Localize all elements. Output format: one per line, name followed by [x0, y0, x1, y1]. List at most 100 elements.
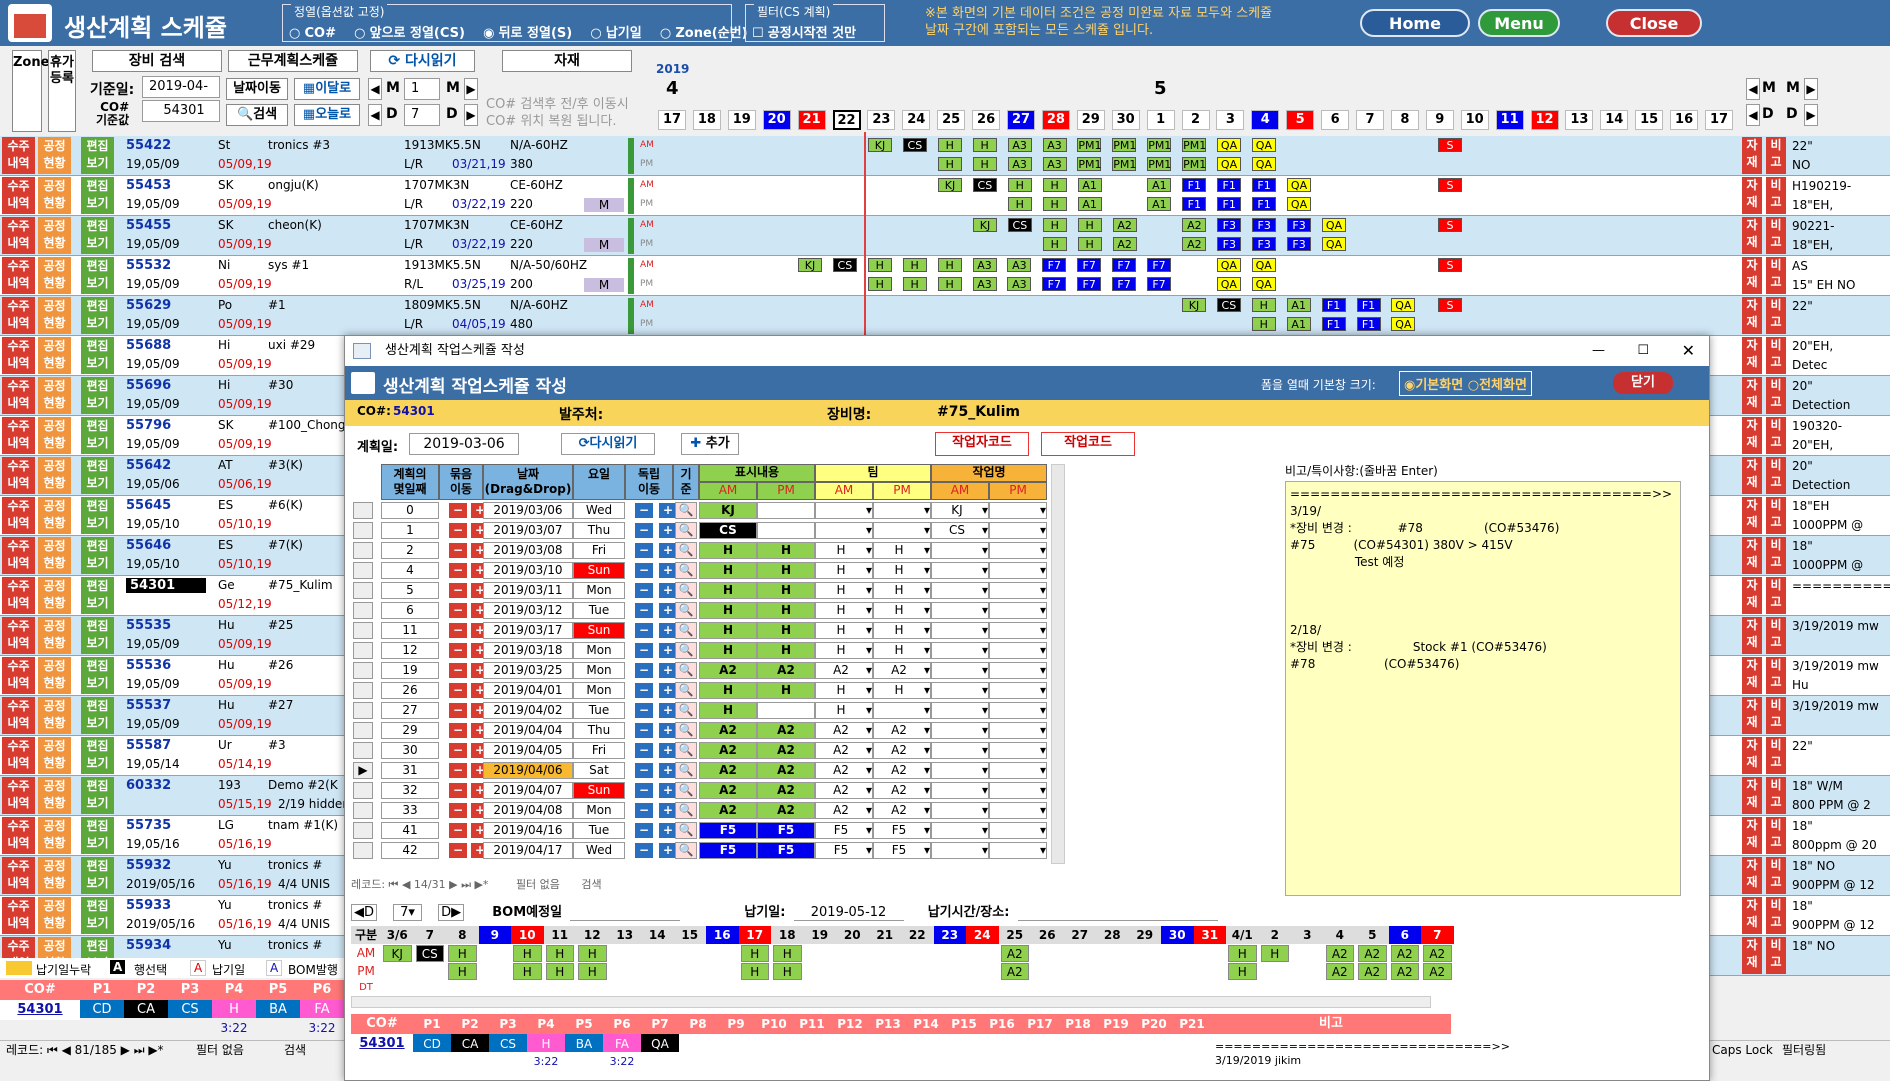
- grid-scrollbar[interactable]: [1051, 464, 1065, 864]
- team-pm[interactable]: H ▾: [873, 542, 931, 559]
- team-am[interactable]: H ▾: [815, 582, 873, 599]
- single-minus-button[interactable]: −: [635, 543, 653, 558]
- date-cell[interactable]: 24: [902, 110, 931, 130]
- dialog-close-button[interactable]: 닫기: [1613, 372, 1673, 394]
- edit-view-button[interactable]: 편집 보기: [81, 817, 114, 854]
- co-number[interactable]: 55587: [126, 738, 171, 753]
- day-number[interactable]: 6: [381, 602, 439, 619]
- team-am[interactable]: H ▾: [815, 542, 873, 559]
- worker-am[interactable]: ▾: [931, 742, 989, 759]
- worker-code-button[interactable]: 작업자코드: [935, 432, 1029, 456]
- note-side-button[interactable]: 비 고: [1766, 577, 1786, 614]
- search-icon[interactable]: 🔍: [675, 782, 697, 799]
- schedule-chip[interactable]: H: [1042, 218, 1067, 232]
- menu-button[interactable]: Menu: [1478, 9, 1560, 37]
- schedule-chip[interactable]: F1: [1252, 197, 1277, 211]
- sort-back-radio[interactable]: ◉ 뒤로 정열(S): [483, 26, 572, 41]
- schedule-chip[interactable]: H: [937, 277, 962, 291]
- team-pm[interactable]: A2 ▾: [873, 722, 931, 739]
- note-side-button[interactable]: 비 고: [1766, 697, 1786, 734]
- today-button[interactable]: ▦오늘로: [294, 104, 360, 126]
- team-am[interactable]: H ▾: [815, 602, 873, 619]
- this-month-button[interactable]: ▦이달로: [294, 78, 360, 100]
- schedule-chip[interactable]: A2: [1182, 237, 1207, 251]
- team-am[interactable]: A2 ▾: [815, 742, 873, 759]
- display-pm[interactable]: H: [757, 542, 815, 559]
- search-button[interactable]: 🔍검색: [226, 104, 288, 126]
- single-minus-button[interactable]: −: [635, 723, 653, 738]
- single-minus-button[interactable]: −: [635, 623, 653, 638]
- group-minus-button[interactable]: −: [449, 783, 467, 798]
- team-am[interactable]: H ▾: [815, 562, 873, 579]
- dialog-search[interactable]: 검색: [581, 878, 601, 891]
- row-selector[interactable]: [353, 622, 373, 639]
- order-detail-button[interactable]: 수주 내역: [2, 337, 35, 374]
- date-cell[interactable]: 8: [1390, 110, 1419, 130]
- group-minus-button[interactable]: −: [449, 663, 467, 678]
- order-detail-button[interactable]: 수주 내역: [2, 297, 35, 334]
- co-number[interactable]: 55455: [126, 218, 171, 233]
- schedule-chip[interactable]: F1: [1356, 298, 1381, 312]
- search-icon[interactable]: 🔍: [675, 742, 697, 759]
- cal-scrollbar[interactable]: [351, 996, 1431, 1008]
- date-cell[interactable]: 3: [1216, 110, 1245, 130]
- process-status-button[interactable]: 공정 현황: [38, 777, 71, 814]
- material-side-button[interactable]: 자 재: [1742, 577, 1762, 614]
- note-side-button[interactable]: 비 고: [1766, 537, 1786, 574]
- material-side-button[interactable]: 자 재: [1742, 497, 1762, 534]
- schedule-chip[interactable]: F7: [1112, 277, 1137, 291]
- schedule-chip[interactable]: QA: [1287, 197, 1311, 211]
- schedule-chip[interactable]: PM1: [1112, 138, 1136, 152]
- note-side-button[interactable]: 비 고: [1766, 737, 1786, 774]
- date-cell[interactable]: 2019/03/10: [483, 562, 573, 579]
- single-minus-button[interactable]: −: [635, 503, 653, 518]
- group-minus-button[interactable]: −: [449, 823, 467, 838]
- schedule-chip[interactable]: QA: [1391, 298, 1416, 312]
- co-input[interactable]: 54301: [142, 100, 220, 122]
- material-side-button[interactable]: 자 재: [1742, 697, 1762, 734]
- team-am[interactable]: A2 ▾: [815, 662, 873, 679]
- material-side-button[interactable]: 자 재: [1742, 297, 1762, 334]
- schedule-chip[interactable]: A1: [1286, 317, 1311, 331]
- note-side-button[interactable]: 비 고: [1766, 417, 1786, 454]
- ship-chip[interactable]: S: [1438, 218, 1462, 232]
- edit-view-button[interactable]: 편집 보기: [81, 457, 114, 494]
- co-number[interactable]: 55646: [126, 538, 171, 553]
- date-cell[interactable]: 30: [1111, 110, 1140, 130]
- co-number[interactable]: 55735: [126, 818, 171, 833]
- single-minus-button[interactable]: −: [635, 763, 653, 778]
- display-pm[interactable]: H: [757, 682, 815, 699]
- row-selector[interactable]: [353, 802, 373, 819]
- co-number[interactable]: 55696: [126, 378, 171, 393]
- record-nav[interactable]: 레코드: ⏮ ◀ 81/185 ▶ ⏭ ▶*: [6, 1041, 164, 1059]
- display-pm[interactable]: [757, 702, 815, 719]
- display-am[interactable]: A2: [699, 762, 757, 779]
- single-minus-button[interactable]: −: [635, 643, 653, 658]
- edit-view-button[interactable]: 편집 보기: [81, 777, 114, 814]
- zone-button[interactable]: Zone: [12, 50, 49, 132]
- display-am[interactable]: H: [699, 542, 757, 559]
- date-cell[interactable]: 11: [1495, 110, 1524, 130]
- schedule-chip[interactable]: H: [1042, 197, 1067, 211]
- process-status-button[interactable]: 공정 현황: [38, 257, 71, 294]
- single-minus-button[interactable]: −: [635, 843, 653, 858]
- display-pm[interactable]: A2: [757, 742, 815, 759]
- search-icon[interactable]: 🔍: [675, 762, 697, 779]
- day-number[interactable]: 32: [381, 782, 439, 799]
- worker-pm[interactable]: ▾: [989, 722, 1047, 739]
- order-detail-button[interactable]: 수주 내역: [2, 817, 35, 854]
- schedule-chip[interactable]: QA: [1217, 157, 1241, 171]
- row-selector[interactable]: [353, 842, 373, 859]
- schedule-chip[interactable]: H: [1077, 218, 1102, 232]
- process-status-button[interactable]: 공정 현황: [38, 697, 71, 734]
- display-am[interactable]: A2: [699, 802, 757, 819]
- team-am[interactable]: H ▾: [815, 622, 873, 639]
- order-detail-button[interactable]: 수주 내역: [2, 177, 35, 214]
- day-number[interactable]: 41: [381, 822, 439, 839]
- group-minus-button[interactable]: −: [449, 523, 467, 538]
- co-number[interactable]: 55422: [126, 138, 171, 153]
- note-side-button[interactable]: 비 고: [1766, 337, 1786, 374]
- row-selector[interactable]: [353, 642, 373, 659]
- schedule-chip[interactable]: CS: [972, 178, 997, 192]
- process-status-button[interactable]: 공정 현황: [38, 857, 71, 894]
